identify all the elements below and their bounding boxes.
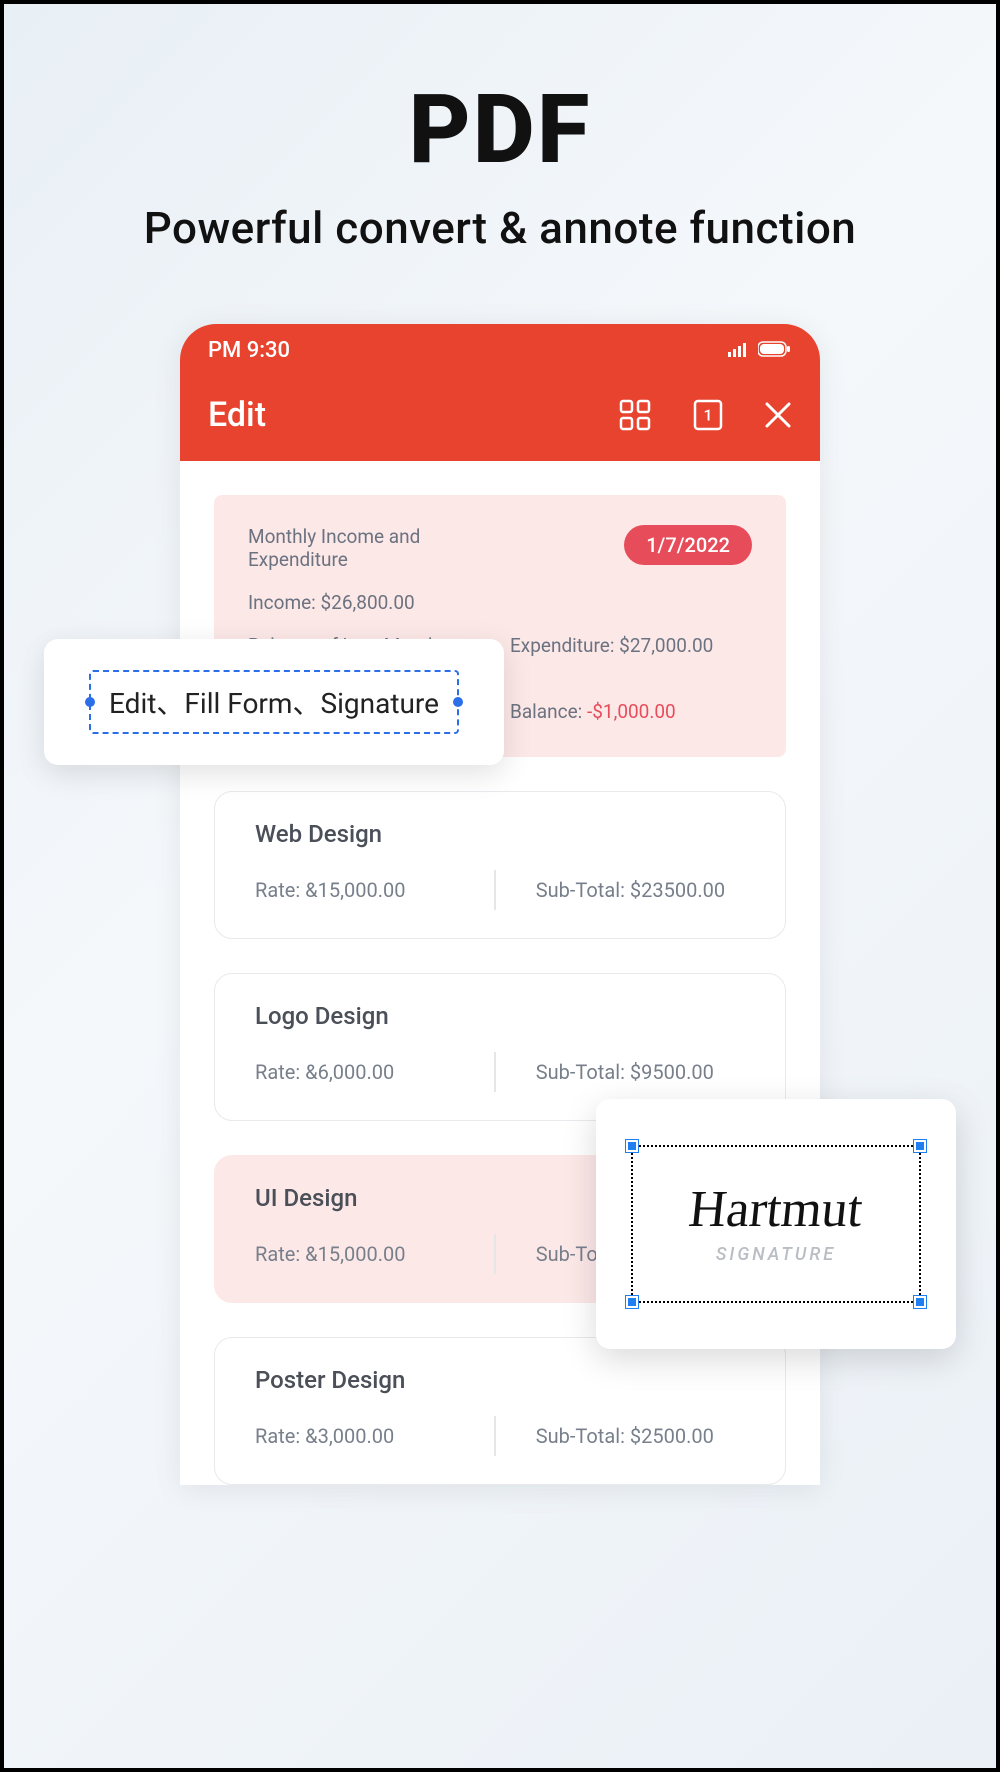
summary-title: Monthly Income and Expenditure — [248, 525, 490, 571]
rate-label: Rate: — [255, 1060, 300, 1084]
rate-value: &6,000.00 — [305, 1060, 394, 1084]
headline: PDF — [4, 74, 996, 186]
resize-handle-bl[interactable] — [626, 1296, 638, 1308]
signature-callout: Hartmut SIGNATURE — [596, 1099, 956, 1349]
page-number-badge: 1 — [703, 406, 712, 425]
rate-value: &3,000.00 — [305, 1424, 394, 1448]
subtotal-label: Sub-Total: — [536, 878, 625, 902]
divider — [494, 1416, 496, 1456]
page-view-icon[interactable]: 1 — [692, 398, 724, 432]
income-value: $26,800.00 — [321, 591, 415, 614]
line-item-title: Logo Design — [255, 1002, 745, 1030]
resize-handle-tl[interactable] — [626, 1140, 638, 1152]
balance-value: -$1,000.00 — [587, 700, 676, 723]
divider — [494, 1234, 496, 1274]
subtotal-value: $9500.00 — [630, 1060, 714, 1084]
selection-handle-left[interactable] — [85, 697, 95, 707]
selection-handle-right[interactable] — [453, 697, 463, 707]
resize-handle-tr[interactable] — [914, 1140, 926, 1152]
subtotal-label: Sub-Total: — [536, 1424, 625, 1448]
divider — [494, 870, 496, 910]
grid-view-icon[interactable] — [618, 398, 652, 432]
rate-value: &15,000.00 — [305, 878, 405, 902]
subheadline: Powerful convert & annote function — [4, 202, 996, 254]
battery-icon — [758, 338, 792, 363]
subtotal-value: $2500.00 — [630, 1424, 714, 1448]
app-bar: Edit 1 — [180, 377, 820, 461]
signature-selection-box[interactable]: Hartmut SIGNATURE — [631, 1145, 921, 1303]
status-time: PM 9:30 — [208, 338, 290, 363]
text-selection-box[interactable]: Edit、Fill Form、Signature — [89, 670, 459, 734]
balance-label: Balance: — [510, 700, 582, 723]
text-selection-callout: Edit、Fill Form、Signature — [44, 639, 504, 765]
rate-value: &15,000.00 — [305, 1242, 405, 1266]
expenditure-label: Expenditure: — [510, 634, 614, 657]
date-badge[interactable]: 1/7/2022 — [624, 525, 752, 565]
divider — [494, 1052, 496, 1092]
rate-label: Rate: — [255, 878, 300, 902]
income-label: Income: — [248, 591, 316, 614]
line-item-card[interactable]: Poster Design Rate: &3,000.00 Sub-Total:… — [214, 1337, 786, 1485]
status-bar: PM 9:30 — [180, 324, 820, 377]
line-item-title: Poster Design — [255, 1366, 745, 1394]
line-item-title: Web Design — [255, 820, 745, 848]
rate-label: Rate: — [255, 1242, 300, 1266]
signature-script: Hartmut — [687, 1184, 866, 1236]
signature-label: SIGNATURE — [716, 1244, 836, 1265]
rate-label: Rate: — [255, 1424, 300, 1448]
expenditure-value: $27,000.00 — [619, 634, 713, 657]
resize-handle-br[interactable] — [914, 1296, 926, 1308]
subtotal-label: Sub-Total: — [536, 1060, 625, 1084]
line-item-card[interactable]: Web Design Rate: &15,000.00 Sub-Total: $… — [214, 791, 786, 939]
appbar-title: Edit — [208, 395, 266, 435]
subtotal-value: $23500.00 — [630, 878, 725, 902]
close-icon[interactable] — [764, 401, 792, 429]
signal-icon — [728, 338, 750, 363]
selected-text: Edit、Fill Form、Signature — [109, 687, 439, 720]
